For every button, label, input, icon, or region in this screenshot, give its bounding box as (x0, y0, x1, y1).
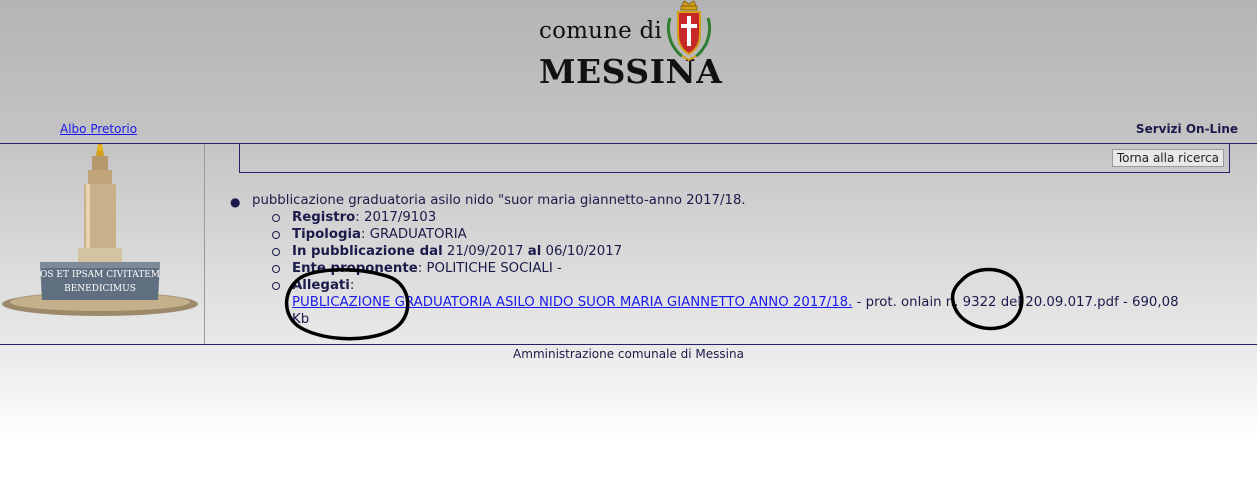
circle-bullet-icon (272, 231, 280, 239)
site-header: comune di MESSINA (0, 0, 1257, 120)
pubblicazione-to: 06/10/2017 (541, 244, 623, 259)
pubblicazione-from: 21/09/2017 (442, 244, 528, 259)
left-image-column: OS ET IPSAM CIVITATEM BENEDICIMUS (0, 144, 205, 344)
albo-pretorio-link[interactable]: Albo Pretorio (60, 122, 137, 136)
footer-text: Amministrazione comunale di Messina (513, 347, 744, 361)
pubblicazione-al: al (527, 244, 542, 259)
allegati-colon: : (349, 278, 355, 293)
monument-inscription-line1: OS ET IPSAM CIVITATEM (40, 270, 160, 280)
ente-label: Ente proponente (292, 261, 418, 276)
attachment-details: - prot. onlain n. 9322 del 20.09.017.pdf… (852, 295, 1179, 310)
registro-value: : 2017/9103 (355, 210, 437, 225)
monument-inscription-line2: BENEDICIMUS (64, 284, 136, 294)
city-crest-icon (666, 0, 712, 62)
attachment-size-unit: Kb (292, 312, 310, 327)
circle-bullet-icon (272, 282, 280, 290)
torna-alla-ricerca-button[interactable]: Torna alla ricerca (1111, 149, 1224, 167)
ente-value: : POLITICHE SOCIALI - (417, 261, 562, 276)
pubblicazione-label: In pubblicazione dal (292, 244, 443, 259)
search-panel: Torna alla ricerca (239, 144, 1230, 173)
registro-label: Registro (292, 210, 356, 225)
circle-bullet-icon (272, 265, 280, 273)
record-title: pubblicazione graduatoria asilo nido "su… (252, 193, 746, 208)
circle-bullet-icon (272, 214, 280, 222)
circle-bullet-icon (272, 248, 280, 256)
allegati-label: Allegati (292, 278, 350, 293)
monument-image: OS ET IPSAM CIVITATEM BENEDICIMUS (2, 144, 198, 316)
bullet-icon: ● (230, 195, 241, 209)
attachment-line: PUBLICAZIONE GRADUATORIA ASILO NIDO SUOR… (292, 294, 1179, 311)
servizi-online-label: Servizi On-Line (1135, 122, 1238, 136)
tipologia-value: : GRADUATORIA (361, 227, 467, 242)
attachment-link[interactable]: PUBLICAZIONE GRADUATORIA ASILO NIDO SUOR… (292, 295, 852, 310)
tipologia-label: Tipologia (292, 227, 362, 242)
top-navigation-bar: Albo Pretorio Servizi On-Line (0, 119, 1257, 144)
logo-text-comune: comune di (539, 18, 662, 44)
content-bottom-rule (0, 344, 1257, 345)
